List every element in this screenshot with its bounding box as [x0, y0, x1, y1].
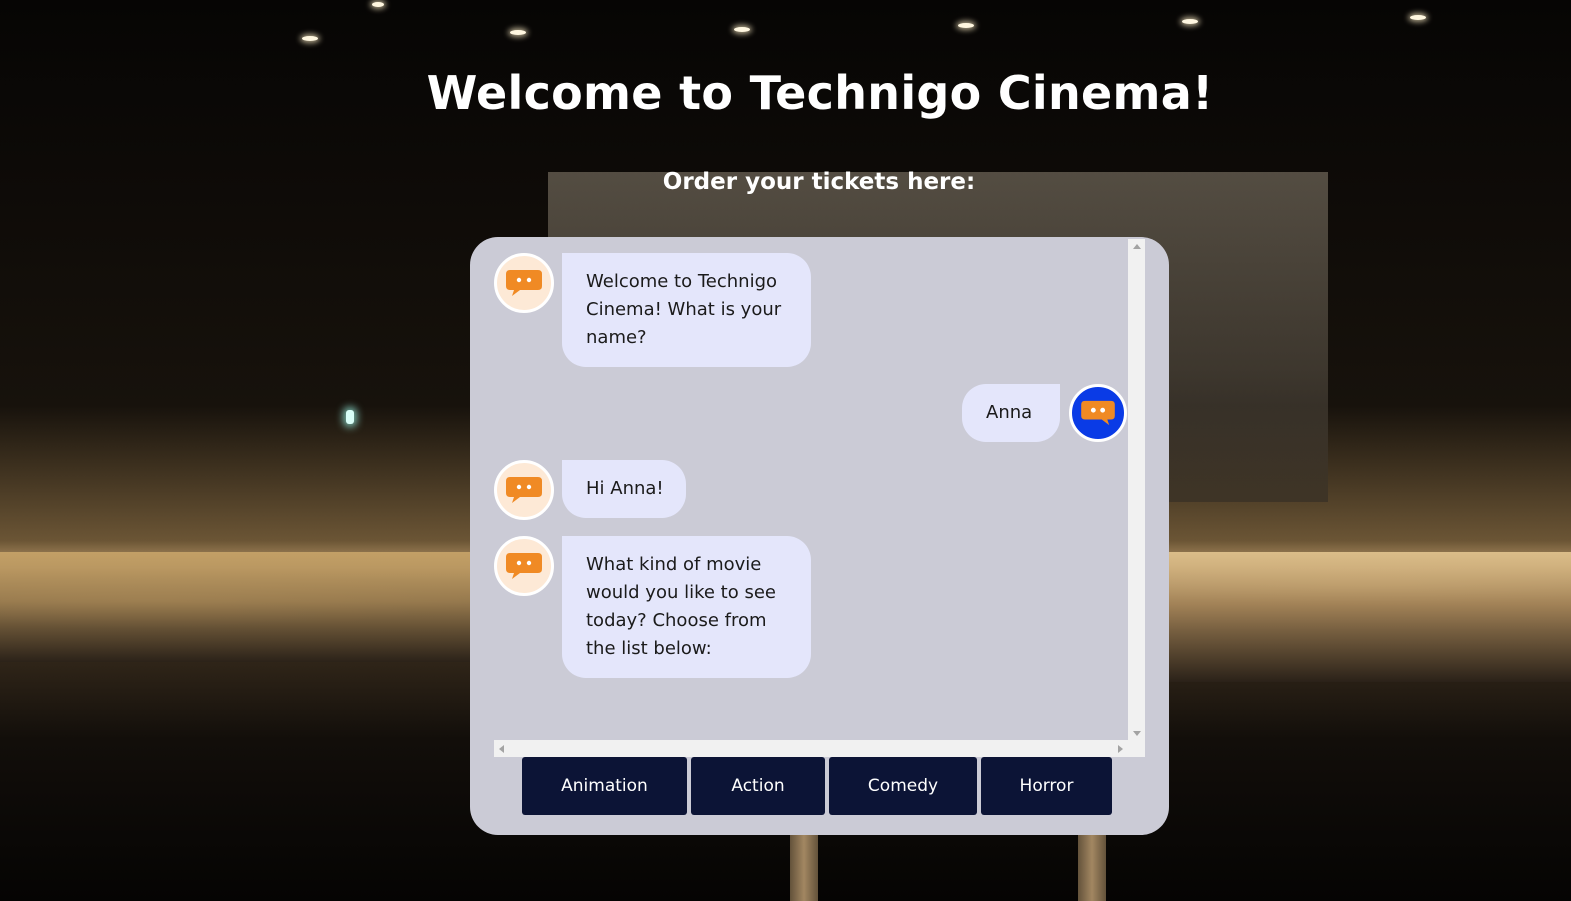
ceiling-light	[302, 36, 318, 41]
background-stage-left	[0, 552, 470, 662]
bot-message: Welcome to Technigo Cinema! What is your…	[562, 253, 811, 367]
ceiling-light	[958, 23, 974, 28]
chat-bubble-icon	[506, 270, 542, 296]
scroll-right-icon[interactable]	[1118, 745, 1123, 753]
chat-bubble-icon	[506, 553, 542, 579]
ceiling-light	[510, 30, 526, 35]
chat-bubble-icon	[506, 477, 542, 503]
bot-avatar	[494, 253, 554, 313]
background-stage-right	[1168, 552, 1571, 682]
chat-bubble-icon	[1081, 400, 1115, 426]
chat-panel: Welcome to Technigo Cinema! What is your…	[470, 237, 1169, 835]
background-light	[346, 410, 354, 424]
ceiling-light	[1410, 15, 1426, 20]
user-message: Anna	[962, 384, 1060, 442]
user-avatar	[1069, 384, 1127, 442]
scroll-left-icon[interactable]	[499, 745, 504, 753]
option-horror-button[interactable]: Horror	[981, 757, 1112, 815]
ceiling-light	[734, 27, 750, 32]
ceiling-light	[372, 2, 384, 7]
bot-avatar	[494, 536, 554, 596]
option-animation-button[interactable]: Animation	[522, 757, 687, 815]
horizontal-scrollbar[interactable]	[494, 740, 1145, 757]
bot-message: What kind of movie would you like to see…	[562, 536, 811, 678]
vertical-scrollbar[interactable]	[1128, 239, 1145, 741]
page-subtitle: Order your tickets here:	[662, 169, 976, 195]
ceiling-light	[1182, 19, 1198, 24]
scroll-down-icon[interactable]	[1133, 731, 1141, 736]
scroll-up-icon[interactable]	[1133, 244, 1141, 249]
background-post	[790, 830, 818, 901]
option-comedy-button[interactable]: Comedy	[829, 757, 977, 815]
background-post	[1078, 830, 1106, 901]
bot-message: Hi Anna!	[562, 460, 686, 518]
page-title: Welcome to Technigo Cinema!	[426, 66, 1214, 120]
option-action-button[interactable]: Action	[691, 757, 825, 815]
bot-avatar	[494, 460, 554, 520]
chat-messages[interactable]: Welcome to Technigo Cinema! What is your…	[470, 237, 1128, 740]
